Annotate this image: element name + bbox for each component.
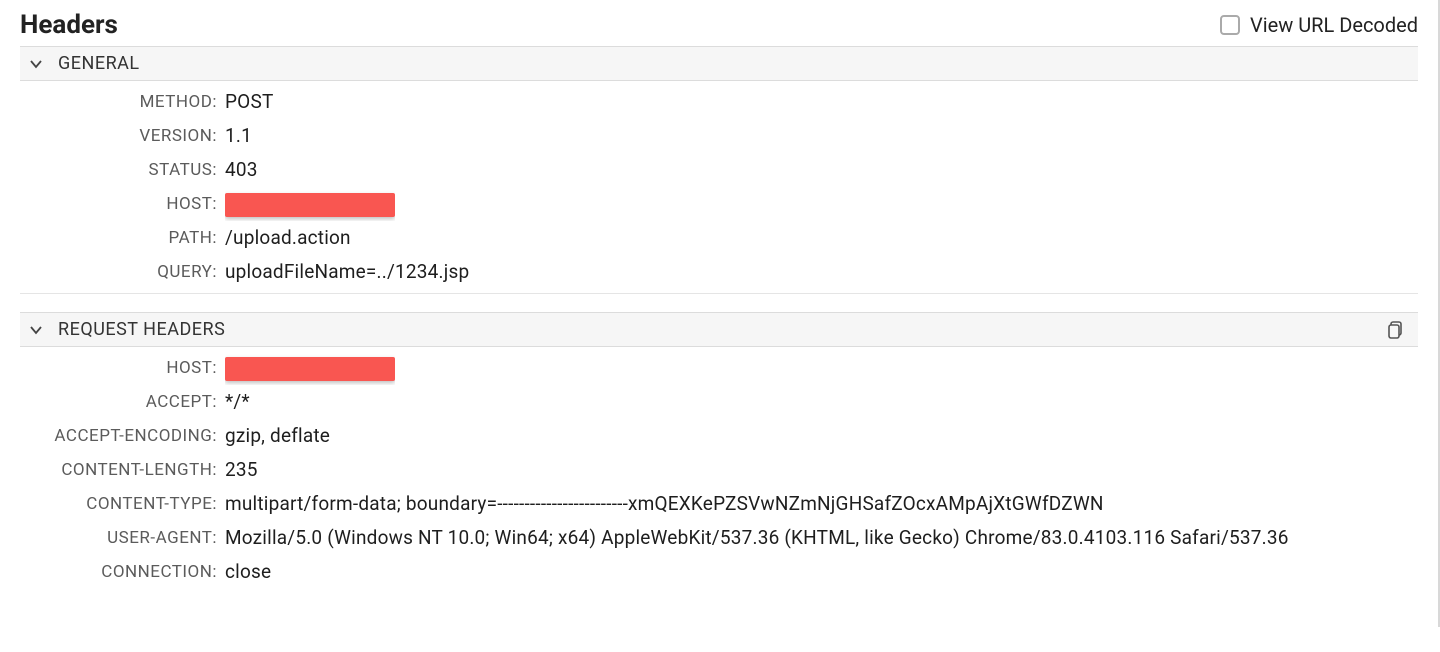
header-row: Content-Length:235 — [20, 453, 1418, 487]
header-value — [225, 187, 395, 221]
header-key: Query: — [20, 255, 225, 289]
section-header-request[interactable]: Request Headers — [20, 312, 1418, 347]
header-row: Content-Type:multipart/form-data; bounda… — [20, 487, 1418, 521]
header-value: Mozilla/5.0 (Windows NT 10.0; Win64; x64… — [225, 521, 1289, 555]
header-value: uploadFileName=../1234.jsp — [225, 255, 469, 289]
header-row: Accept-Encoding:gzip, deflate — [20, 419, 1418, 453]
redacted-value — [225, 193, 395, 217]
panel-top-row: Headers View URL Decoded — [20, 10, 1418, 40]
view-url-decoded-label: View URL Decoded — [1250, 13, 1418, 37]
header-row: Host: — [20, 187, 1418, 221]
header-value: 1.1 — [225, 119, 252, 153]
header-key: Content-Length: — [20, 453, 225, 487]
header-row: Query:uploadFileName=../1234.jsp — [20, 255, 1418, 289]
header-key: Content-Type: — [20, 487, 225, 521]
header-value: 235 — [225, 453, 258, 487]
redacted-value — [225, 357, 395, 381]
header-value: 403 — [225, 153, 258, 187]
header-row: Accept:*/* — [20, 385, 1418, 419]
header-row: User-Agent:Mozilla/5.0 (Windows NT 10.0;… — [20, 521, 1418, 555]
header-key: User-Agent: — [20, 521, 225, 555]
header-key: Path: — [20, 221, 225, 255]
headers-panel: Headers View URL Decoded General Method:… — [0, 0, 1440, 627]
panel-title: Headers — [20, 10, 118, 40]
header-key: Host: — [20, 187, 225, 221]
header-key: Connection: — [20, 555, 225, 589]
section-title-request: Request Headers — [58, 319, 225, 340]
section-header-general[interactable]: General — [20, 46, 1418, 81]
view-url-decoded-toggle[interactable]: View URL Decoded — [1220, 13, 1418, 37]
header-value: multipart/form-data; boundary=----------… — [225, 487, 1104, 521]
header-value: POST — [225, 85, 273, 119]
header-row: Method:POST — [20, 85, 1418, 119]
general-rows: Method:POSTVersion:1.1Status:403Host:Pat… — [20, 85, 1418, 294]
request-rows: Host:Accept:*/*Accept-Encoding:gzip, def… — [20, 351, 1418, 589]
header-row: Status:403 — [20, 153, 1418, 187]
header-key: Method: — [20, 85, 225, 119]
header-row: Connection:close — [20, 555, 1418, 589]
header-row: Version:1.1 — [20, 119, 1418, 153]
chevron-down-icon — [28, 322, 44, 338]
header-key: Accept-Encoding: — [20, 419, 225, 453]
header-key: Host: — [20, 351, 225, 385]
header-value — [225, 351, 395, 385]
header-key: Status: — [20, 153, 225, 187]
section-title-general: General — [58, 53, 140, 74]
header-value: /upload.action — [225, 221, 351, 255]
header-row: Path:/upload.action — [20, 221, 1418, 255]
copy-icon[interactable] — [1386, 319, 1406, 344]
chevron-down-icon — [28, 56, 44, 72]
checkbox-icon — [1220, 15, 1240, 35]
header-row: Host: — [20, 351, 1418, 385]
header-key: Version: — [20, 119, 225, 153]
header-value: close — [225, 555, 271, 589]
header-key: Accept: — [20, 385, 225, 419]
header-value: gzip, deflate — [225, 419, 330, 453]
section-divider — [20, 293, 1418, 294]
header-value: */* — [225, 385, 250, 419]
